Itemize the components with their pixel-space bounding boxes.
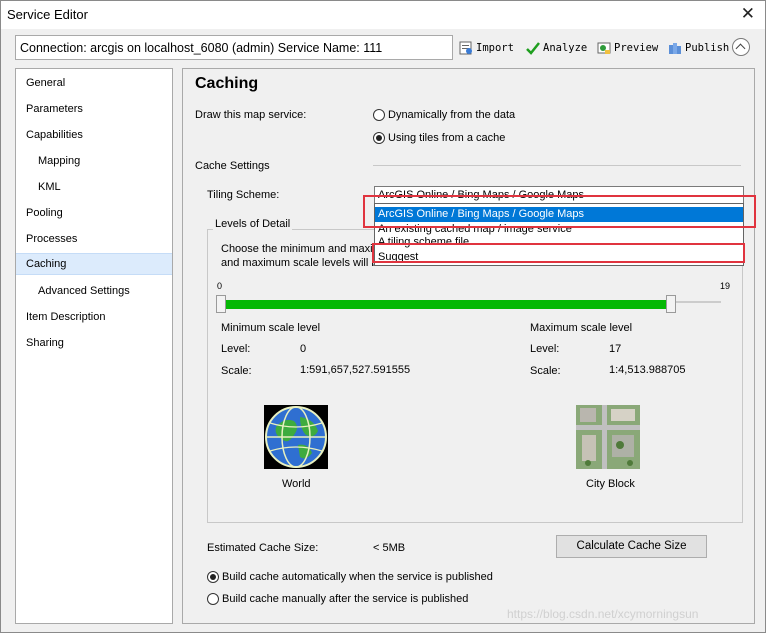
window-title: Service Editor bbox=[7, 7, 88, 22]
max-level-label: Level: bbox=[530, 343, 560, 355]
lod-description-1: Choose the minimum and maxim bbox=[221, 243, 382, 255]
radio-tiles-cache-label[interactable]: Using tiles from a cache bbox=[388, 132, 505, 144]
world-caption: World bbox=[282, 478, 311, 490]
radio-build-auto-label[interactable]: Build cache automatically when the servi… bbox=[222, 571, 493, 583]
sidebar-item-advanced-settings[interactable]: Advanced Settings bbox=[16, 281, 172, 303]
min-scale-heading: Minimum scale level bbox=[221, 322, 321, 334]
publish-icon bbox=[668, 41, 682, 55]
min-scale-label: Scale: bbox=[221, 365, 252, 377]
scale-slider-range bbox=[223, 300, 669, 309]
min-slider-handle[interactable] bbox=[216, 295, 226, 313]
radio-tiles-cache[interactable] bbox=[373, 132, 385, 144]
radio-build-manual[interactable] bbox=[207, 593, 219, 605]
watermark: https://blog.csdn.net/xcymorningsun bbox=[507, 607, 699, 621]
estimated-cache-size-label: Estimated Cache Size: bbox=[207, 542, 319, 554]
sidebar-item-mapping[interactable]: Mapping bbox=[16, 151, 172, 173]
close-icon[interactable]: ✕ bbox=[741, 4, 755, 24]
max-level-value: 17 bbox=[609, 343, 622, 355]
levels-of-detail-label: Levels of Detail bbox=[213, 218, 293, 230]
sidebar: General Parameters Capabilities Mapping … bbox=[15, 68, 173, 624]
publish-label: Publish bbox=[685, 42, 730, 54]
import-icon bbox=[459, 41, 473, 55]
sidebar-item-kml[interactable]: KML bbox=[16, 177, 172, 199]
min-level-label: Level: bbox=[221, 343, 251, 355]
preview-button[interactable]: Preview bbox=[597, 39, 658, 57]
sidebar-item-pooling[interactable]: Pooling bbox=[16, 203, 172, 225]
preview-label: Preview bbox=[614, 42, 659, 54]
sidebar-item-item-description[interactable]: Item Description bbox=[16, 307, 172, 329]
estimated-cache-size-value: < 5MB bbox=[373, 542, 406, 554]
sidebar-item-capabilities[interactable]: Capabilities bbox=[16, 125, 172, 147]
radio-dynamic-label[interactable]: Dynamically from the data bbox=[388, 109, 515, 121]
preview-icon bbox=[597, 41, 611, 55]
checkmark-icon bbox=[526, 41, 540, 55]
calculate-cache-size-button[interactable]: Calculate Cache Size bbox=[556, 535, 707, 558]
draw-service-label: Draw this map service: bbox=[195, 109, 307, 121]
city-block-caption: City Block bbox=[586, 478, 635, 490]
page-title: Caching bbox=[195, 75, 259, 92]
max-scale-value: 1:4,513.988705 bbox=[609, 364, 686, 376]
tiling-scheme-label: Tiling Scheme: bbox=[207, 189, 280, 201]
world-globe-icon bbox=[264, 405, 328, 469]
import-button[interactable]: Import bbox=[459, 39, 514, 57]
sidebar-item-sharing[interactable]: Sharing bbox=[16, 333, 172, 355]
sidebar-item-parameters[interactable]: Parameters bbox=[16, 99, 172, 121]
radio-dynamic[interactable] bbox=[373, 109, 385, 121]
max-scale-heading: Maximum scale level bbox=[530, 322, 633, 334]
min-level-value: 0 bbox=[300, 343, 307, 355]
title-bar: Service Editor ✕ bbox=[1, 1, 765, 29]
slider-max-tick: 19 bbox=[720, 281, 731, 291]
max-scale-label: Scale: bbox=[530, 365, 561, 377]
chevron-up-icon[interactable] bbox=[732, 38, 750, 56]
sidebar-item-caching[interactable]: Caching bbox=[16, 253, 172, 275]
slider-min-tick: 0 bbox=[217, 281, 223, 291]
city-block-icon bbox=[576, 405, 640, 469]
max-slider-handle[interactable] bbox=[666, 295, 676, 313]
radio-build-manual-label[interactable]: Build cache manually after the service i… bbox=[222, 593, 468, 605]
sidebar-item-processes[interactable]: Processes bbox=[16, 229, 172, 251]
caching-panel: Caching Draw this map service: Dynamical… bbox=[182, 68, 756, 624]
cache-settings-heading: Cache Settings bbox=[195, 160, 270, 172]
import-label: Import bbox=[476, 42, 514, 54]
service-editor-window: Service Editor ✕ Connection: arcgis on l… bbox=[0, 0, 766, 633]
min-scale-value: 1:591,657,527.591555 bbox=[300, 364, 411, 376]
highlight-box-arcgis bbox=[363, 195, 756, 228]
analyze-label: Analyze bbox=[543, 42, 588, 54]
connection-field: Connection: arcgis on localhost_6080 (ad… bbox=[15, 35, 453, 60]
publish-button[interactable]: Publish bbox=[668, 39, 729, 57]
analyze-button[interactable]: Analyze bbox=[526, 39, 587, 57]
radio-build-auto[interactable] bbox=[207, 571, 219, 583]
highlight-box-suggest bbox=[372, 243, 745, 263]
sidebar-item-general[interactable]: General bbox=[16, 73, 172, 95]
divider bbox=[373, 165, 741, 166]
